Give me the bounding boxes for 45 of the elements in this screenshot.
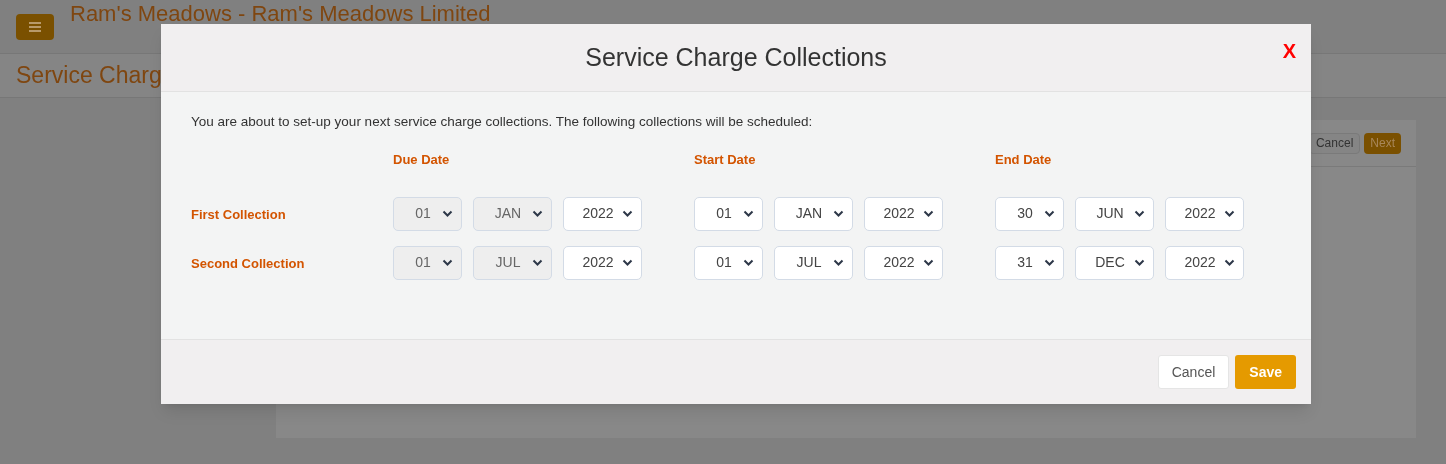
day-select[interactable]: 31 [995, 245, 1064, 280]
column-heading: Start Date [694, 151, 757, 170]
chevron-down-icon [532, 259, 543, 267]
year-select[interactable]: 2022 [864, 196, 943, 231]
month-select[interactable]: JUN [1075, 196, 1154, 231]
year-select[interactable]: 2022 [563, 245, 642, 280]
month-select[interactable]: JAN [774, 196, 853, 231]
chevron-down-icon [622, 210, 633, 218]
chevron-down-icon [442, 210, 453, 218]
chevron-down-icon [923, 259, 934, 267]
year-select[interactable]: 2022 [1165, 245, 1244, 280]
chevron-down-icon [923, 210, 934, 218]
chevron-down-icon [833, 259, 844, 267]
row-label: Second Collection [191, 254, 306, 273]
chevron-down-icon [1224, 259, 1235, 267]
chevron-down-icon [833, 210, 844, 218]
cancel-button[interactable]: Cancel [1308, 132, 1361, 154]
chevron-down-icon [1134, 259, 1145, 267]
chevron-down-icon [622, 259, 633, 267]
year-select[interactable]: 2022 [864, 245, 943, 280]
year-select[interactable]: 2022 [1165, 196, 1244, 231]
column-heading: End Date [995, 151, 1053, 170]
day-select[interactable]: 01 [694, 196, 763, 231]
chevron-down-icon [532, 210, 543, 218]
day-select[interactable]: 01 [694, 245, 763, 280]
menu-button[interactable] [16, 13, 54, 40]
year-select[interactable]: 2022 [563, 196, 642, 231]
cancel-button[interactable]: Cancel [1157, 355, 1230, 389]
column-heading: Due Date [393, 151, 451, 170]
chevron-down-icon [1044, 259, 1055, 267]
intro-text: You are about to set-up your next service charge collections. The following collections will be scheduled: [191, 113, 814, 131]
month-select[interactable]: JUL [774, 245, 853, 280]
day-select[interactable]: 30 [995, 196, 1064, 231]
month-select[interactable]: DEC [1075, 245, 1154, 280]
chevron-down-icon [1224, 210, 1235, 218]
row-label: First Collection [191, 205, 287, 224]
modal-title: Service Charge Collections [585, 41, 887, 73]
chevron-down-icon [743, 259, 754, 267]
page-title: Service Charg [16, 61, 162, 91]
chevron-down-icon [743, 210, 754, 218]
menu-icon [29, 21, 41, 32]
chevron-down-icon [1134, 210, 1145, 218]
chevron-down-icon [442, 259, 453, 267]
chevron-down-icon [1044, 210, 1055, 218]
app-title: Ram's Meadows - Ram's Meadows Limited [70, 2, 491, 25]
